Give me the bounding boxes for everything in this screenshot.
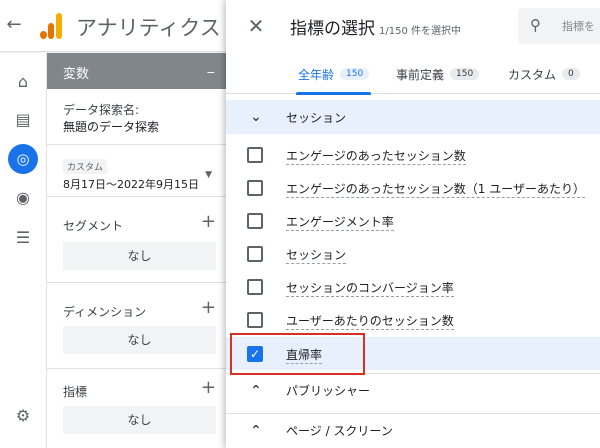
tab-count: 0 [562, 68, 580, 80]
reports-icon[interactable]: ▤ [11, 107, 35, 131]
metric-label: ユーザーあたりのセッション数 [286, 314, 454, 330]
checkbox-icon[interactable] [247, 246, 263, 262]
add-dimension-button[interactable]: + [201, 297, 216, 318]
metric-selection-dialog: ✕ 指標の選択 1/150 件を選択中 ⚲ 指標を 全年齢 150 事前定義 1… [226, 0, 600, 448]
active-tab-indicator [296, 92, 372, 95]
metric-item[interactable]: エンゲージのあったセッション数 [226, 138, 600, 171]
metric-item[interactable]: セッション [226, 237, 600, 270]
back-arrow-icon[interactable]: ← [4, 14, 24, 38]
tab-custom[interactable]: カスタム 0 [508, 54, 580, 94]
chevron-up-icon: ⌃ [250, 422, 262, 439]
variables-panel: 変数 _ データ探索名: 無題のデータ探索 カスタム 8月17日～2022年9月… [47, 53, 226, 448]
metric-label: エンゲージのあったセッション数 [286, 149, 466, 165]
checkbox-icon[interactable] [247, 180, 263, 196]
home-icon[interactable]: ⌂ [11, 69, 35, 93]
search-placeholder: 指標を [562, 20, 595, 33]
tab-label: 事前定義 [396, 67, 445, 82]
tab-predefined[interactable]: 事前定義 150 [396, 54, 480, 94]
dialog-tabs: 全年齢 150 事前定義 150 カスタム 0 [226, 54, 600, 95]
group-page-screen[interactable]: ⌃ ページ / スクリーン [226, 413, 600, 447]
analytics-logo-icon [40, 13, 62, 39]
group-label: セッション [286, 110, 347, 125]
selected-count: 1/150 件を選択中 [379, 26, 461, 37]
metric-label: エンゲージメント率 [286, 215, 394, 231]
metric-item[interactable]: セッションのコンバージョン率 [226, 270, 600, 303]
dimension-section: ディメンション + なし [47, 283, 226, 369]
metric-label: 指標 [63, 385, 88, 399]
metric-label: セッション [286, 248, 347, 264]
metric-label: セッションのコンバージョン率 [286, 281, 454, 297]
variables-header: 変数 _ [47, 53, 226, 89]
group-publisher[interactable]: ⌃ パブリッシャー [226, 373, 600, 407]
metric-item[interactable]: ユーザーあたりのセッション数 [226, 303, 600, 336]
exploration-name-section: データ探索名: 無題のデータ探索 [47, 89, 226, 145]
add-metric-button[interactable]: + [201, 377, 216, 398]
chevron-down-icon: ⌄ [250, 109, 262, 125]
metric-label: エンゲージのあったセッション数（1 ユーザーあたり） [286, 182, 585, 198]
chevron-down-icon[interactable]: ▼ [205, 170, 212, 180]
dialog-title: 指標の選択 [290, 19, 375, 39]
chevron-up-icon: ⌃ [250, 382, 262, 399]
minimize-button[interactable]: _ [208, 59, 215, 74]
group-session[interactable]: ⌄ セッション [226, 100, 600, 134]
group-label: パブリッシャー [286, 384, 371, 398]
segment-none: なし [63, 242, 216, 270]
exploration-name-label: データ探索名: [63, 103, 140, 117]
segment-label: セグメント [63, 219, 124, 233]
tab-label: カスタム [508, 67, 557, 82]
search-input[interactable]: ⚲ 指標を [518, 8, 600, 44]
tab-all[interactable]: 全年齢 150 [296, 54, 372, 95]
date-range: 8月17日～2022年9月15日 [63, 178, 199, 191]
tab-label: 全年齢 [298, 67, 335, 82]
highlight-box [230, 333, 365, 375]
dimension-none: なし [63, 326, 216, 354]
date-range-section[interactable]: カスタム 8月17日～2022年9月15日 ▼ [47, 145, 226, 197]
explore-icon[interactable]: ◎ [8, 144, 38, 174]
checkbox-icon[interactable] [247, 147, 263, 163]
metric-item[interactable]: エンゲージのあったセッション数（1 ユーザーあたり） [226, 171, 600, 204]
settings-icon[interactable]: ⚙ [11, 403, 35, 427]
advertising-icon[interactable]: ◉ [11, 185, 35, 209]
configure-icon[interactable]: ☰ [11, 225, 35, 249]
close-icon[interactable]: ✕ [244, 14, 268, 38]
tab-count: 150 [340, 68, 370, 80]
segment-section: セグメント + なし [47, 197, 226, 283]
metric-item[interactable]: エンゲージメント率 [226, 204, 600, 237]
group-label: ページ / スクリーン [286, 424, 393, 438]
add-segment-button[interactable]: + [201, 211, 216, 232]
metric-none: なし [63, 406, 216, 434]
checkbox-icon[interactable] [247, 312, 263, 328]
date-chip: カスタム [63, 159, 108, 174]
exploration-name[interactable]: 無題のデータ探索 [63, 118, 210, 135]
search-icon: ⚲ [530, 16, 541, 34]
variables-title: 変数 [63, 67, 90, 82]
metric-section: 指標 + なし [47, 369, 226, 448]
tab-count: 150 [450, 68, 480, 80]
checkbox-icon[interactable] [247, 279, 263, 295]
nav-rail: ⌂ ▤ ◎ ◉ ☰ ⚙ [0, 53, 47, 448]
dimension-label: ディメンション [63, 305, 147, 319]
checkbox-icon[interactable] [247, 213, 263, 229]
app-title: アナリティクス [76, 16, 221, 40]
